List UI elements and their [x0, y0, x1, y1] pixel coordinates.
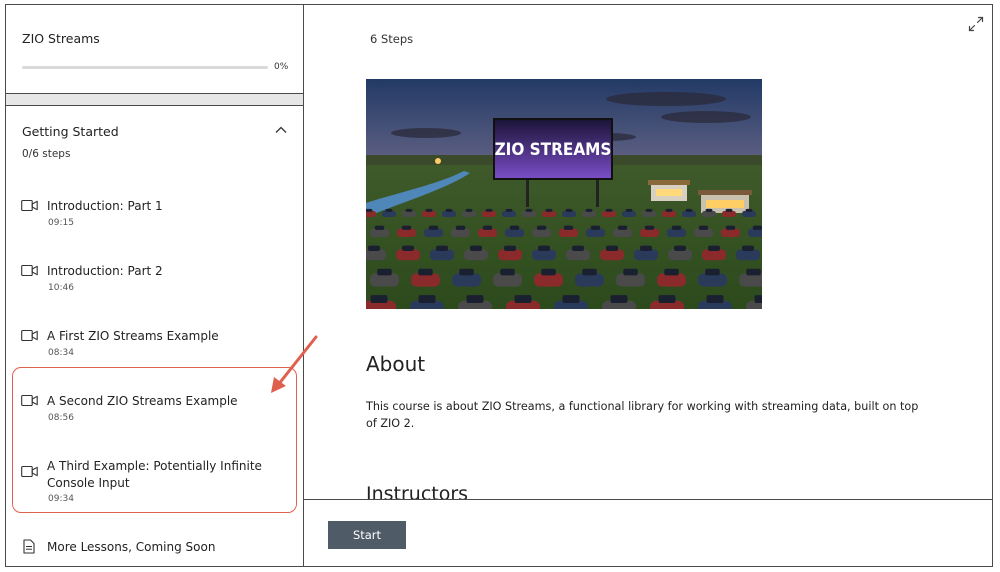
car-window — [665, 208, 673, 212]
car-window — [470, 245, 482, 252]
car-window — [504, 245, 516, 252]
car-window — [644, 225, 655, 230]
car-window — [610, 295, 628, 303]
car-window — [745, 208, 753, 212]
sidebar-divider — [6, 94, 303, 106]
car-window — [405, 208, 413, 212]
red-arrow-annotation — [271, 335, 318, 393]
car-window — [746, 268, 761, 276]
car-window — [706, 295, 724, 303]
car-window — [705, 208, 713, 212]
course-hero-image: ZIO STREAMS — [366, 79, 762, 309]
car-window — [565, 208, 573, 212]
car-window — [572, 245, 584, 252]
car-window — [625, 208, 633, 212]
section-title[interactable]: Getting Started — [22, 124, 119, 139]
course-progress-bar — [22, 66, 268, 69]
car-window — [671, 225, 682, 230]
car-window — [585, 208, 593, 212]
video-icon — [21, 264, 38, 277]
car-window — [742, 245, 754, 252]
car-window — [685, 208, 693, 212]
lesson-title: More Lessons, Coming Soon — [47, 540, 216, 554]
car-window — [623, 268, 638, 276]
car-window — [455, 225, 466, 230]
car-window — [425, 208, 433, 212]
about-heading: About — [366, 352, 426, 376]
course-progress-label: 0% — [274, 62, 289, 72]
steps-count: 6 Steps — [370, 32, 414, 46]
car-window — [374, 225, 385, 230]
car-window — [500, 268, 515, 276]
car-window — [606, 245, 618, 252]
car-window — [514, 295, 532, 303]
car-window — [725, 225, 736, 230]
highlight-annotation — [12, 367, 297, 513]
car-window — [605, 208, 613, 212]
car-window — [505, 208, 513, 212]
section-step-count: 0/6 steps — [22, 148, 71, 160]
car-window — [590, 225, 601, 230]
car-window — [545, 208, 553, 212]
car-window — [402, 245, 414, 252]
lesson-duration: 10:46 — [48, 283, 74, 293]
car-window — [538, 245, 550, 252]
course-window: ZIO Streams 0% Getting Started 0/6 steps… — [5, 4, 993, 567]
car-window — [698, 225, 709, 230]
video-icon — [21, 199, 38, 212]
car-window — [541, 268, 556, 276]
course-title: ZIO Streams — [22, 31, 100, 46]
car-window — [370, 295, 388, 303]
car-window — [617, 225, 628, 230]
lesson-title: Introduction: Part 1 — [47, 199, 163, 213]
car-window — [436, 245, 448, 252]
car-window — [366, 208, 373, 212]
car-window — [401, 225, 412, 230]
car-window — [754, 295, 762, 303]
about-text: This course is about ZIO Streams, a func… — [366, 400, 919, 430]
lesson-duration: 09:15 — [48, 218, 74, 228]
car-window — [428, 225, 439, 230]
car-window — [377, 268, 392, 276]
car-window — [708, 245, 720, 252]
drive-in-theater-illustration: ZIO STREAMS — [366, 79, 762, 309]
car-window — [459, 268, 474, 276]
car-window — [674, 245, 686, 252]
car-window — [418, 295, 436, 303]
car-window — [640, 245, 652, 252]
hero-sign-text: ZIO STREAMS — [495, 140, 612, 160]
car-window — [525, 208, 533, 212]
car-window — [752, 225, 762, 230]
car-window — [705, 268, 720, 276]
car-window — [445, 208, 453, 212]
car-window — [368, 245, 380, 252]
car-window — [563, 225, 574, 230]
chevron-up-icon[interactable] — [274, 123, 288, 137]
start-button[interactable]: Start — [328, 521, 406, 549]
car-window — [658, 295, 676, 303]
lesson-title: Introduction: Part 2 — [47, 264, 163, 278]
car-window — [645, 208, 653, 212]
car-window — [509, 225, 520, 230]
course-main: 6 Steps ZIO STREAMS About This course is… — [304, 5, 992, 566]
bottom-action-bar: Start — [304, 499, 992, 566]
car-window — [385, 208, 393, 212]
lesson-title: A First ZIO Streams Example — [47, 329, 219, 343]
lesson-duration: 08:34 — [48, 348, 74, 358]
course-header: ZIO Streams 0% — [6, 5, 303, 94]
car-window — [466, 295, 484, 303]
car-window — [465, 208, 473, 212]
expand-icon[interactable] — [968, 16, 984, 32]
car-window — [482, 225, 493, 230]
car-window — [582, 268, 597, 276]
video-icon — [21, 329, 38, 342]
car-window — [725, 208, 733, 212]
car-window — [536, 225, 547, 230]
document-icon — [23, 539, 35, 554]
car-window — [418, 268, 433, 276]
car-window — [664, 268, 679, 276]
car-window — [485, 208, 493, 212]
car-window — [562, 295, 580, 303]
course-sidebar: ZIO Streams 0% Getting Started 0/6 steps… — [6, 5, 304, 566]
